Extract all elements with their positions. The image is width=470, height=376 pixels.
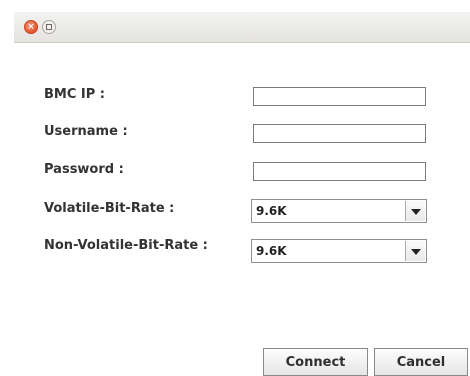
password-input[interactable] xyxy=(253,162,426,181)
connect-button[interactable]: Connect xyxy=(263,348,368,376)
chevron-down-icon xyxy=(411,209,421,215)
maximize-square-glyph xyxy=(46,24,52,30)
title-bar: × xyxy=(14,12,470,43)
bmc-ip-input[interactable] xyxy=(253,87,426,106)
volatile-bit-rate-select[interactable]: 9.6K xyxy=(251,199,427,223)
chevron-down-icon xyxy=(411,249,421,255)
non-volatile-bit-rate-value: 9.6K xyxy=(256,244,287,258)
volatile-bit-rate-value: 9.6K xyxy=(256,204,287,218)
non-volatile-bit-rate-select[interactable]: 9.6K xyxy=(251,239,427,263)
non-volatile-bit-rate-dropdown-button[interactable] xyxy=(405,241,425,261)
bmc-ip-label: BMC IP : xyxy=(44,87,106,102)
volatile-bit-rate-label: Volatile-Bit-Rate : xyxy=(44,201,175,216)
username-label: Username : xyxy=(44,124,128,139)
volatile-bit-rate-dropdown-button[interactable] xyxy=(405,201,425,221)
maximize-icon[interactable] xyxy=(42,20,56,34)
dialog-window: × BMC IP : Username : Password : Volatil… xyxy=(0,0,470,376)
username-input[interactable] xyxy=(253,124,426,143)
non-volatile-bit-rate-label: Non-Volatile-Bit-Rate : xyxy=(44,238,208,253)
password-label: Password : xyxy=(44,162,124,177)
close-icon[interactable]: × xyxy=(24,20,38,34)
cancel-button[interactable]: Cancel xyxy=(374,348,468,376)
